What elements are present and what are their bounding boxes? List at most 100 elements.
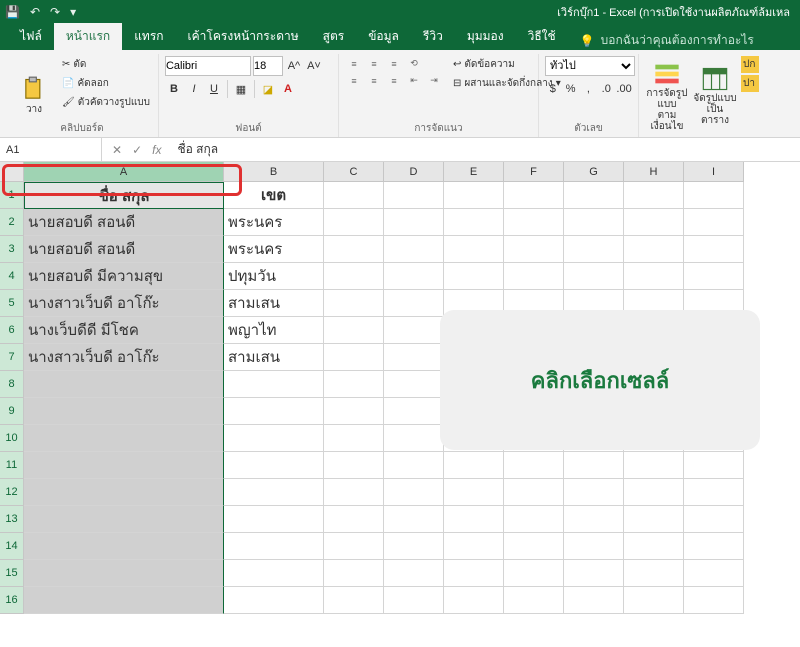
tab-review[interactable]: รีวิว: [411, 23, 455, 50]
col-header-a[interactable]: A: [24, 162, 224, 182]
col-header-i[interactable]: I: [684, 162, 744, 182]
row-header[interactable]: 3: [0, 236, 24, 263]
cell[interactable]: นายสอบดี มีความสุข: [24, 263, 224, 290]
align-center-button[interactable]: ≡: [365, 73, 383, 88]
cell[interactable]: [384, 479, 444, 506]
row-header[interactable]: 15: [0, 560, 24, 587]
font-color-button[interactable]: A: [279, 80, 297, 98]
cell[interactable]: [564, 452, 624, 479]
cell[interactable]: [224, 452, 324, 479]
cell[interactable]: นางเว็บดีดี มีโชค: [24, 317, 224, 344]
align-right-button[interactable]: ≡: [385, 73, 403, 88]
decrease-decimal-button[interactable]: .00: [616, 80, 632, 98]
cell[interactable]: [504, 506, 564, 533]
row-header[interactable]: 13: [0, 506, 24, 533]
cell[interactable]: [504, 533, 564, 560]
cell[interactable]: [24, 425, 224, 452]
accounting-format-button[interactable]: $: [545, 80, 561, 98]
cell[interactable]: [624, 209, 684, 236]
tab-formulas[interactable]: สูตร: [311, 23, 357, 50]
align-middle-button[interactable]: ≡: [365, 56, 383, 71]
row-header[interactable]: 5: [0, 290, 24, 317]
cell[interactable]: [224, 479, 324, 506]
cell[interactable]: [684, 209, 744, 236]
cell[interactable]: [24, 398, 224, 425]
cell[interactable]: [444, 587, 504, 614]
row-header[interactable]: 6: [0, 317, 24, 344]
col-header-b[interactable]: B: [224, 162, 324, 182]
col-header-d[interactable]: D: [384, 162, 444, 182]
enter-formula-icon[interactable]: ✓: [132, 143, 142, 157]
cell[interactable]: [444, 479, 504, 506]
cell[interactable]: [224, 587, 324, 614]
cell[interactable]: [24, 506, 224, 533]
cell[interactable]: [24, 371, 224, 398]
cell[interactable]: [684, 560, 744, 587]
cell[interactable]: [444, 533, 504, 560]
cell[interactable]: [444, 263, 504, 290]
cell[interactable]: [564, 506, 624, 533]
cell[interactable]: [384, 452, 444, 479]
percent-format-button[interactable]: %: [563, 80, 579, 98]
cell[interactable]: [504, 182, 564, 209]
tell-me-search[interactable]: 💡 บอกฉันว่าคุณต้องการทำอะไร: [580, 31, 754, 50]
conditional-formatting-button[interactable]: การจัดรูปแบบ ตามเงื่อนไข: [645, 56, 689, 135]
cell[interactable]: [324, 587, 384, 614]
cell[interactable]: [384, 533, 444, 560]
cell[interactable]: [324, 290, 384, 317]
row-header[interactable]: 7: [0, 344, 24, 371]
cell[interactable]: [224, 425, 324, 452]
tab-help[interactable]: วิธีใช้: [516, 23, 568, 50]
col-header-g[interactable]: G: [564, 162, 624, 182]
row-header[interactable]: 12: [0, 479, 24, 506]
cell[interactable]: [624, 182, 684, 209]
cell-style-normal[interactable]: ปก: [741, 56, 759, 73]
cell[interactable]: [24, 587, 224, 614]
formula-bar[interactable]: ชื่อ สกุล: [171, 138, 800, 161]
tab-view[interactable]: มุมมอง: [455, 23, 516, 50]
align-top-button[interactable]: ≡: [345, 56, 363, 71]
qat-dropdown-icon[interactable]: ▾: [70, 5, 76, 19]
copy-button[interactable]: 📄คัดลอก: [60, 75, 152, 92]
increase-decimal-button[interactable]: .0: [598, 80, 614, 98]
col-header-e[interactable]: E: [444, 162, 504, 182]
italic-button[interactable]: I: [185, 80, 203, 98]
save-icon[interactable]: 💾: [5, 5, 20, 19]
cell[interactable]: [324, 209, 384, 236]
cell[interactable]: [324, 236, 384, 263]
cell[interactable]: [384, 317, 444, 344]
cell[interactable]: [684, 587, 744, 614]
row-header[interactable]: 14: [0, 533, 24, 560]
row-header[interactable]: 8: [0, 371, 24, 398]
cell[interactable]: [384, 236, 444, 263]
cell[interactable]: [564, 236, 624, 263]
cell[interactable]: [224, 506, 324, 533]
cell[interactable]: นางสาวเว็บดี อาโก๊ะ: [24, 344, 224, 371]
cell[interactable]: [504, 479, 564, 506]
cell[interactable]: [444, 560, 504, 587]
cell[interactable]: [444, 209, 504, 236]
cell[interactable]: พระนคร: [224, 209, 324, 236]
cell[interactable]: ชื่อ สกุล: [24, 182, 224, 209]
name-box[interactable]: A1: [0, 138, 102, 161]
row-header[interactable]: 11: [0, 452, 24, 479]
cell[interactable]: [324, 182, 384, 209]
cell[interactable]: เขต: [224, 182, 324, 209]
cell-style-bad[interactable]: ปา: [741, 75, 759, 92]
cell[interactable]: [324, 533, 384, 560]
tab-file[interactable]: ไฟล์: [8, 23, 54, 50]
cell[interactable]: นายสอบดี สอนดี: [24, 209, 224, 236]
col-header-f[interactable]: F: [504, 162, 564, 182]
cell[interactable]: [684, 263, 744, 290]
cell[interactable]: [564, 587, 624, 614]
cell[interactable]: [324, 344, 384, 371]
cell[interactable]: [324, 425, 384, 452]
cell[interactable]: [324, 317, 384, 344]
cell[interactable]: [564, 263, 624, 290]
cell[interactable]: [624, 236, 684, 263]
cell[interactable]: [224, 533, 324, 560]
cell[interactable]: [624, 263, 684, 290]
cell[interactable]: [324, 263, 384, 290]
cell[interactable]: [384, 425, 444, 452]
cell[interactable]: [564, 533, 624, 560]
